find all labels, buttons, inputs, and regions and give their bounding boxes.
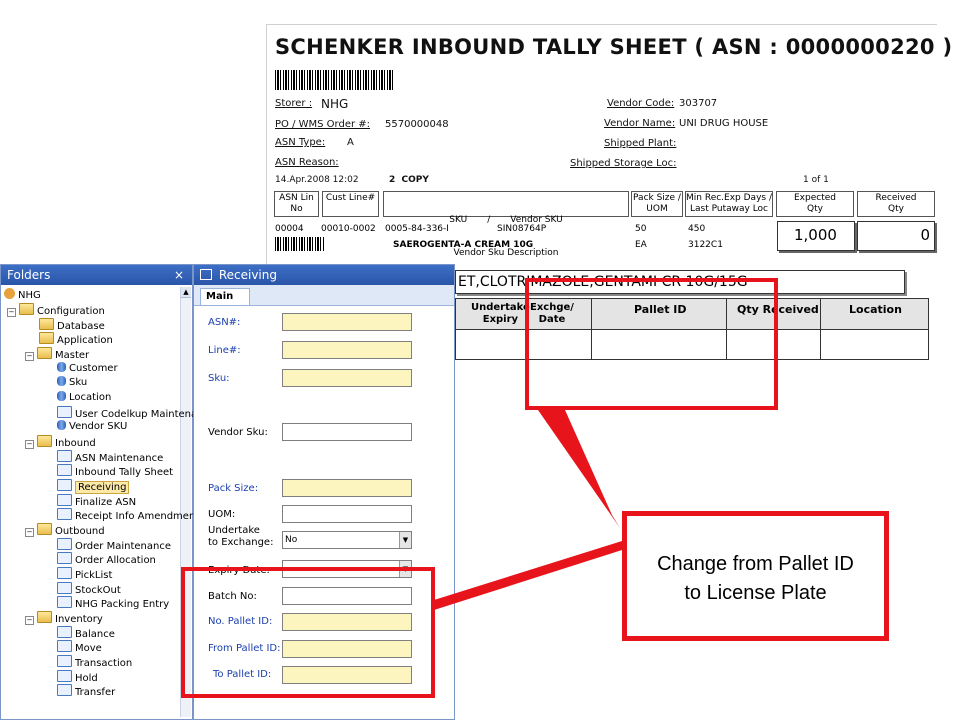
- pallet-fields-highlight: [181, 567, 435, 698]
- pointer-to-pallet-id: [538, 410, 620, 528]
- callout-line-1: Change from Pallet ID: [657, 553, 854, 575]
- annotation-callout: Change from Pallet ID to License Plate: [622, 511, 889, 641]
- pallet-id-highlight: [525, 278, 778, 410]
- callout-line-2: to License Plate: [684, 582, 827, 604]
- pointer-to-form: [434, 541, 622, 610]
